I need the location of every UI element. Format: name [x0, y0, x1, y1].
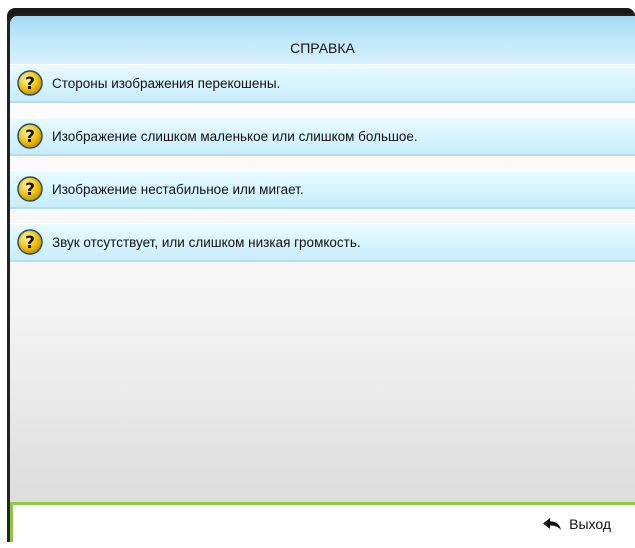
page-title: СПРАВКА	[290, 40, 355, 56]
help-item-label: Изображение нестабильное или мигает.	[52, 181, 304, 197]
help-question-icon: ?	[17, 123, 43, 149]
help-item-image-size[interactable]: ? Изображение слишком маленькое или слиш…	[10, 117, 635, 156]
menu-footer: Выход	[10, 502, 635, 542]
svg-text:?: ?	[25, 127, 35, 147]
help-item-sound[interactable]: ? Звук отсутствует, или слишком низкая г…	[10, 223, 635, 262]
help-question-icon: ?	[17, 176, 43, 202]
svg-text:?: ?	[25, 180, 35, 200]
help-question-icon: ?	[17, 229, 43, 255]
help-item-label: Звук отсутствует, или слишком низкая гро…	[52, 234, 361, 250]
help-menu-window: СПРАВКА ? Стороны изображения перекошены…	[0, 0, 635, 548]
back-arrow-icon	[543, 517, 562, 530]
help-item-keystone[interactable]: ? Стороны изображения перекошены.	[10, 64, 635, 103]
help-question-icon: ?	[17, 70, 43, 96]
help-item-label: Стороны изображения перекошены.	[52, 75, 281, 91]
help-item-label: Изображение слишком маленькое или слишко…	[52, 128, 418, 144]
svg-text:?: ?	[25, 233, 35, 253]
help-panel: СПРАВКА ? Стороны изображения перекошены…	[7, 14, 635, 542]
help-item-image-unstable[interactable]: ? Изображение нестабильное или мигает.	[10, 170, 635, 209]
exit-label: Выход	[569, 515, 611, 532]
menu-header: СПРАВКА	[10, 16, 635, 65]
svg-text:?: ?	[25, 74, 35, 94]
exit-button[interactable]: Выход	[542, 516, 611, 532]
